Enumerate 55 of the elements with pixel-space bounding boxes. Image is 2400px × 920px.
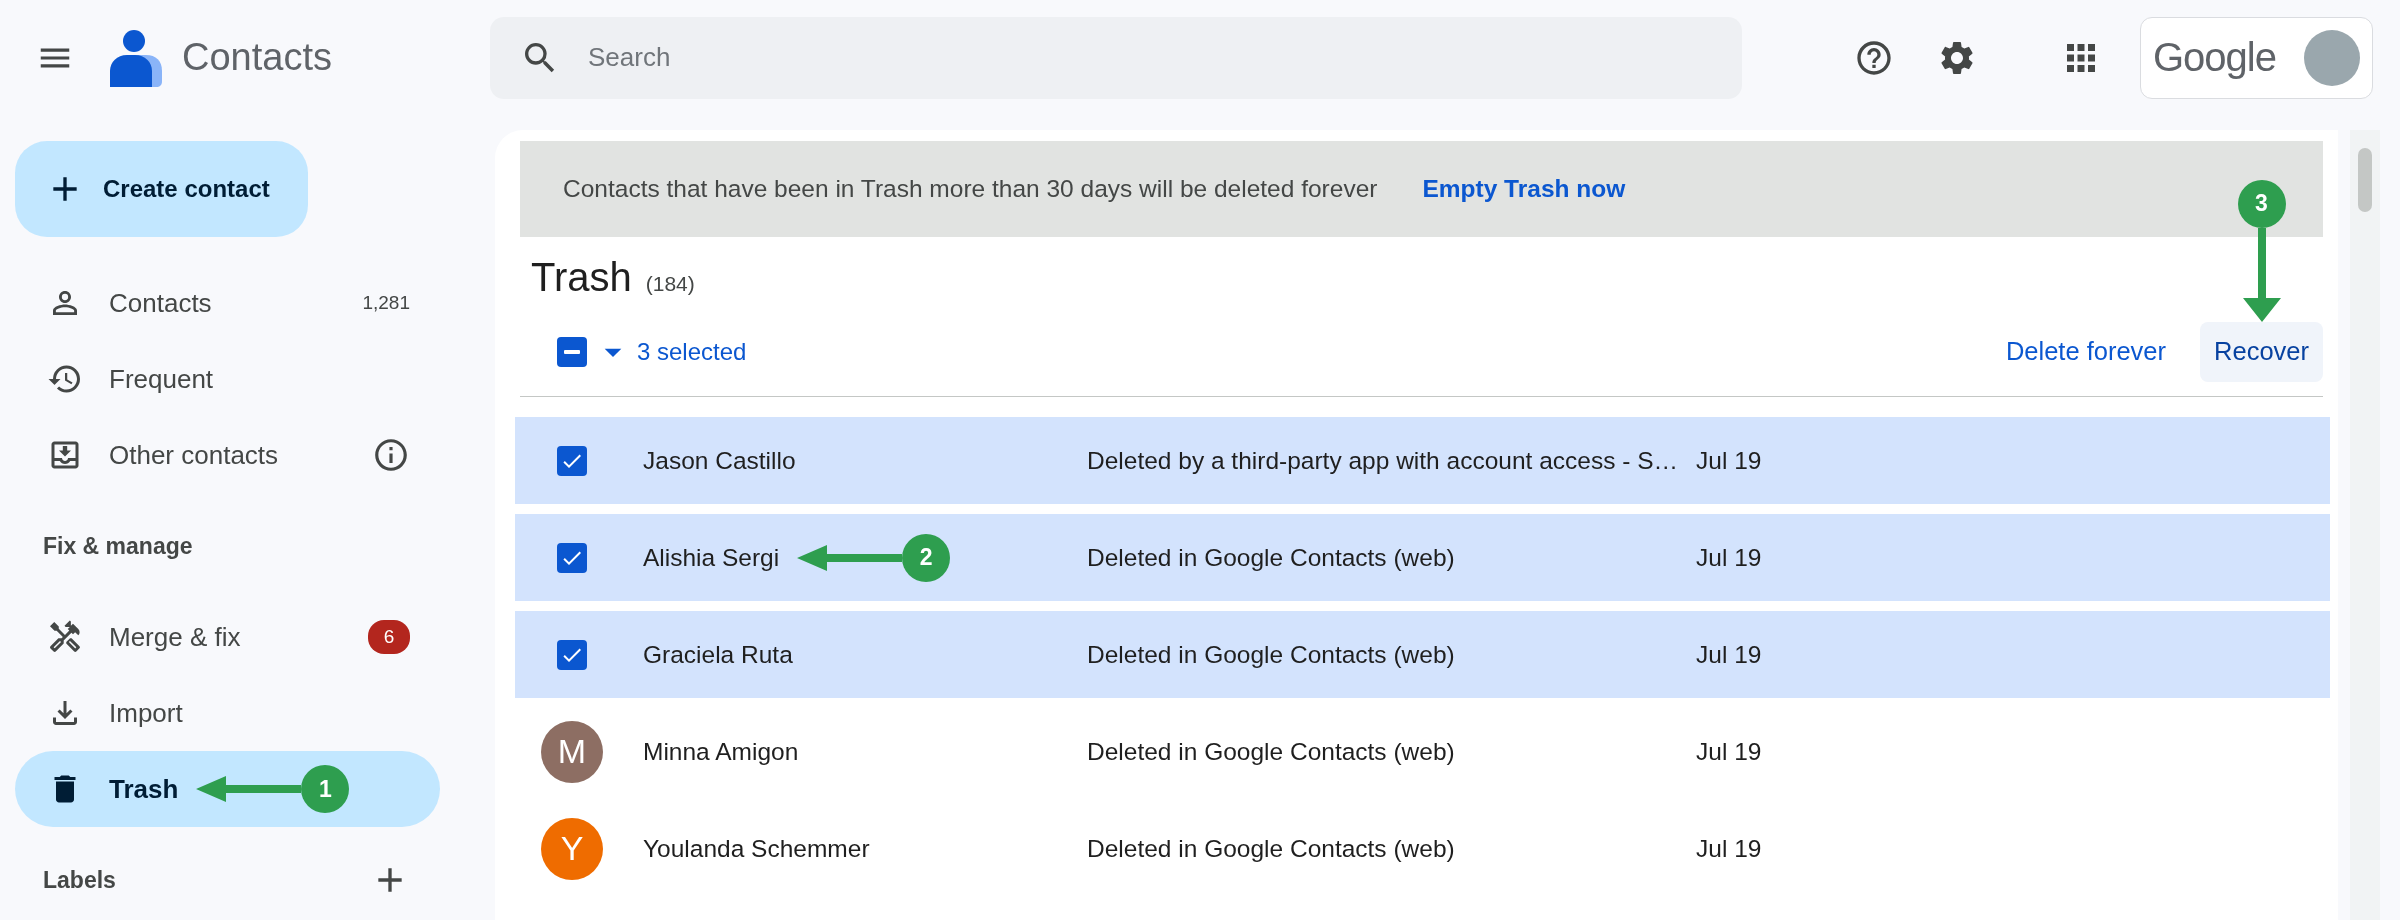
deletion-reason: Deleted in Google Contacts (web) [1087,834,1456,863]
avatar: M [541,720,603,783]
deleted-date: Jul 19 [1696,834,1762,863]
deleted-date: Jul 19 [1696,737,1762,766]
minus-icon [564,349,580,354]
search-bar[interactable]: Search [490,16,1742,99]
contact-count: 1,281 [362,292,410,314]
info-icon[interactable] [372,436,410,474]
contact-name: Graciela Ruta [643,640,793,669]
nav-item[interactable]: Frequent [15,341,440,417]
contact-row[interactable]: Y Youlanda Schemmer Deleted in Google Contacts (web) Jul 19 [515,805,2330,892]
contact-row[interactable]: Alishia Sergi 2 Deleted in Google Contacts (web) Jul 19 [515,514,2330,601]
deletion-reason: Deleted by a third-party app with account access - S… [1087,446,1679,475]
account-button[interactable]: Google [2140,16,2373,99]
contact-row[interactable]: Jason Castillo Deleted by a third-party app with account access - S… Jul 19 [515,417,2330,504]
nav-item[interactable]: Trash 1 [15,751,440,827]
trash-count: (184) [645,272,695,296]
contact-name: Youlanda Schemmer [643,834,870,863]
deletion-reason: Deleted in Google Contacts (web) [1087,737,1456,766]
section-heading: Fix & manage [43,532,193,560]
action-button[interactable]: Delete forever [1991,321,2181,382]
empty-trash-link[interactable]: Empty Trash now [1422,175,1626,203]
nav-item[interactable]: Other contacts [15,417,440,493]
contact-row[interactable]: Graciela Ruta Deleted in Google Contacts (web) Jul 19 [515,611,2330,698]
select-all-checkbox[interactable] [557,336,587,367]
search-field[interactable]: Search [586,41,1742,74]
contact-name: Alishia Sergi [643,543,780,572]
contact-name: Minna Amigon [643,737,799,766]
contact-name: Jason Castillo [643,446,796,475]
row-checkbox[interactable] [557,542,587,573]
app-title: Contacts [182,36,332,79]
deleted-date: Jul 19 [1696,446,1762,475]
deleted-date: Jul 19 [1696,543,1762,572]
row-checkbox[interactable] [557,639,587,670]
nav-item[interactable]: Import [15,675,440,751]
banner-message: Contacts that have been in Trash more than 30 days will be deleted forever [563,175,1378,203]
count-badge: 6 [368,620,410,654]
row-checkbox[interactable] [557,445,587,476]
deletion-reason: Deleted in Google Contacts (web) [1087,640,1456,669]
page-title: Trash [531,255,632,300]
nav-item[interactable]: Contacts 1,281 [15,265,440,341]
deleted-date: Jul 19 [1696,640,1762,669]
action-button[interactable]: Recover [2200,321,2323,382]
step-number: 1 [301,765,350,813]
contact-row[interactable]: M Minna Amigon Deleted in Google Contacts (web) Jul 19 [515,708,2330,795]
scrollbar[interactable] [2358,148,2372,212]
section-heading: Labels [43,866,116,894]
avatar: Y [541,817,603,880]
nav-item[interactable]: Merge & fix 6 [15,599,440,675]
tools-icon [47,619,83,655]
create-contact-button[interactable]: Create contact [15,141,308,237]
deletion-reason: Deleted in Google Contacts (web) [1087,543,1456,572]
contacts-logo [110,28,164,87]
selection-count: 3 selected [637,337,747,366]
step-number: 2 [902,533,951,582]
